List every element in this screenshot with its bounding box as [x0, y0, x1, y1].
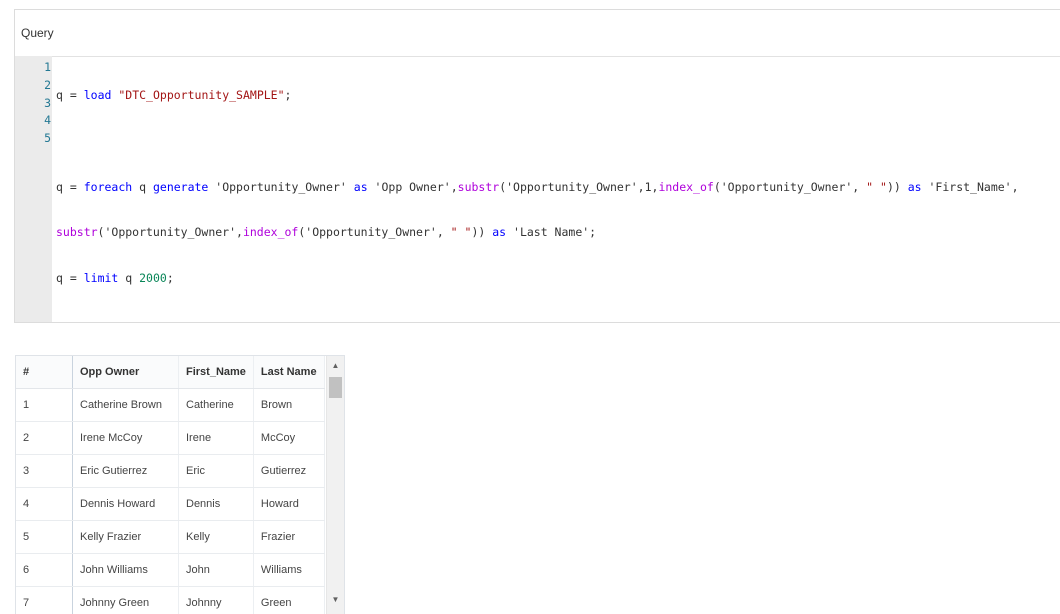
- cell-first-name: Johnny: [178, 586, 254, 614]
- cell-opp-owner: Kelly Frazier: [72, 520, 179, 554]
- cell-first-name: Irene: [178, 421, 254, 455]
- cell-opp-owner: Catherine Brown: [72, 388, 179, 422]
- cell-index: 1: [16, 388, 73, 422]
- table-row[interactable]: 1 Catherine Brown Catherine Brown: [16, 388, 325, 422]
- cell-opp-owner: Johnny Green: [72, 586, 179, 614]
- line-number: 1: [44, 60, 51, 74]
- cell-opp-owner: Irene McCoy: [72, 421, 179, 455]
- cell-first-name: Eric: [178, 454, 254, 488]
- cell-last-name: Howard: [253, 487, 325, 521]
- query-header: Query: [15, 10, 1060, 57]
- line-number: 4: [44, 113, 51, 128]
- cell-first-name: Catherine: [178, 388, 254, 422]
- scroll-down-arrow-icon[interactable]: ▼: [327, 590, 344, 608]
- cell-first-name: John: [178, 553, 254, 587]
- table-row[interactable]: 5 Kelly Frazier Kelly Frazier: [16, 520, 325, 554]
- column-header-index[interactable]: #: [16, 356, 73, 389]
- code-area[interactable]: q = load "DTC_Opportunity_SAMPLE"; q = f…: [52, 56, 1060, 322]
- cell-last-name: Gutierrez: [253, 454, 325, 488]
- column-header-opp-owner[interactable]: Opp Owner: [72, 356, 179, 389]
- cell-index: 4: [16, 487, 73, 521]
- vertical-scrollbar[interactable]: ▲ ▼: [326, 356, 344, 614]
- results-grid: # Opp Owner First_Name Last Name 1 Cathe…: [15, 355, 345, 614]
- cell-index: 5: [16, 520, 73, 554]
- cell-index: 6: [16, 553, 73, 587]
- cell-last-name: Brown: [253, 388, 325, 422]
- cell-index: 7: [16, 586, 73, 614]
- cell-last-name: McCoy: [253, 421, 325, 455]
- table-header-row: # Opp Owner First_Name Last Name: [16, 356, 325, 389]
- table-row[interactable]: 6 John Williams John Williams: [16, 553, 325, 587]
- line-number: 2: [44, 77, 51, 92]
- cell-index: 3: [16, 454, 73, 488]
- column-header-last-name[interactable]: Last Name: [253, 356, 325, 389]
- cell-last-name: Williams: [253, 553, 325, 587]
- cell-opp-owner: Dennis Howard: [72, 487, 179, 521]
- table-row[interactable]: 3 Eric Gutierrez Eric Gutierrez: [16, 454, 325, 488]
- scroll-up-arrow-icon[interactable]: ▲: [327, 356, 344, 374]
- scrollbar-thumb[interactable]: [329, 377, 342, 398]
- line-number: 5: [44, 131, 51, 146]
- query-label: Query: [21, 26, 54, 40]
- query-editor[interactable]: 1 2 3 4 5 q = load "DTC_Opportunity_SAMP…: [15, 56, 1060, 322]
- cell-first-name: Dennis: [178, 487, 254, 521]
- cell-opp-owner: John Williams: [72, 553, 179, 587]
- column-header-first-name[interactable]: First_Name: [178, 356, 254, 389]
- results-table: # Opp Owner First_Name Last Name 1 Cathe…: [16, 356, 325, 614]
- code-line-4: substr('Opportunity_Owner',index_of('Opp…: [56, 225, 597, 240]
- code-line-3: q = foreach q generate 'Opportunity_Owne…: [56, 179, 1019, 194]
- table-row[interactable]: 4 Dennis Howard Dennis Howard: [16, 487, 325, 521]
- table-row[interactable]: 7 Johnny Green Johnny Green: [16, 586, 325, 614]
- cell-first-name: Kelly: [178, 520, 254, 554]
- code-line-5: q = limit q 2000;: [56, 271, 174, 286]
- query-panel: Query 1 2 3 4 5 q = load "DTC_Opportunit…: [14, 9, 1060, 323]
- table-row[interactable]: 2 Irene McCoy Irene McCoy: [16, 421, 325, 455]
- cell-last-name: Frazier: [253, 520, 325, 554]
- cell-opp-owner: Eric Gutierrez: [72, 454, 179, 488]
- line-number-gutter: 1 2 3 4 5: [15, 56, 52, 322]
- cell-index: 2: [16, 421, 73, 455]
- cell-last-name: Green: [253, 586, 325, 614]
- line-number: 3: [44, 95, 51, 110]
- code-line-1: q = load "DTC_Opportunity_SAMPLE";: [56, 88, 292, 102]
